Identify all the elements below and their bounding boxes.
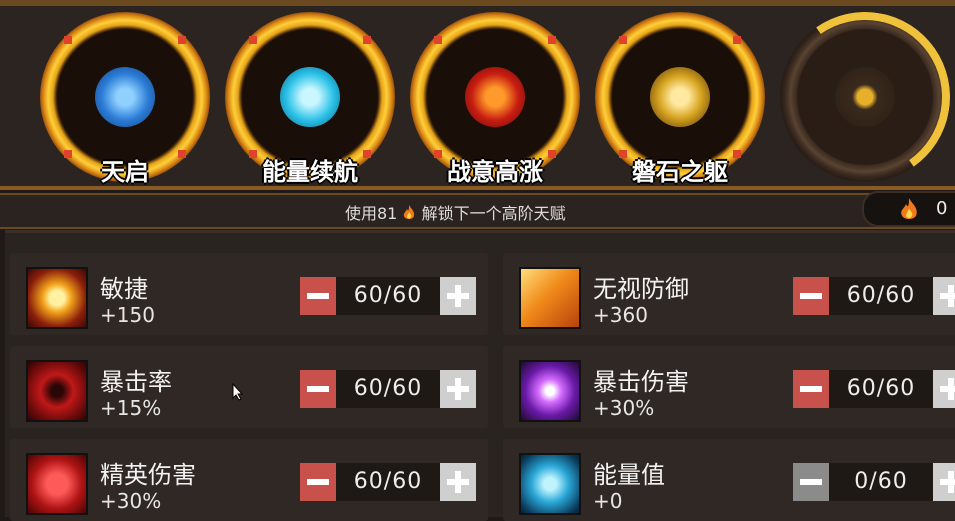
stat-stepper: 60/60 xyxy=(300,463,476,501)
talent-label: 战意高涨 xyxy=(447,158,543,186)
unlock-hint-suffix: 解锁下一个高阶天赋 xyxy=(421,204,566,223)
talent-label: 磐石之躯 xyxy=(632,158,728,186)
unlock-hint: 使用81 解锁下一个高阶天赋 xyxy=(345,200,566,224)
decrease-button[interactable] xyxy=(300,277,336,315)
stat-energy: 能量值 +0 0/60 xyxy=(503,439,955,521)
increase-button[interactable] xyxy=(933,277,955,315)
decrease-button[interactable] xyxy=(300,370,336,408)
stat-name: 能量值 xyxy=(593,461,665,489)
stat-stepper: 60/60 xyxy=(793,370,955,408)
increase-button[interactable] xyxy=(933,463,955,501)
increase-button[interactable] xyxy=(440,463,476,501)
talent-label: 天启 xyxy=(101,158,149,186)
crit-damage-orb-icon xyxy=(519,360,581,422)
stat-name: 暴击伤害 xyxy=(593,368,689,396)
currency-counter: 0 xyxy=(862,191,955,227)
stats-panel: 敏捷 +150 60/60 无视防御 +360 60/60 暴击率 +15% 6… xyxy=(5,230,955,521)
mouse-cursor-icon xyxy=(232,383,244,401)
stat-value: +30% xyxy=(100,489,162,513)
stat-count: 60/60 xyxy=(336,463,440,501)
crit-rate-swirl-icon xyxy=(26,360,88,422)
decrease-button[interactable] xyxy=(793,277,829,315)
currency-value: 0 xyxy=(936,198,948,219)
energy-orb-icon xyxy=(280,67,340,127)
energy-crystal-icon xyxy=(519,453,581,515)
stat-count: 60/60 xyxy=(829,370,933,408)
talent-panel: 天启 能量续航 战意高涨 磐石之躯 xyxy=(0,0,955,196)
meditating-figure-icon xyxy=(95,67,155,127)
stat-value: +15% xyxy=(100,396,162,420)
stat-agility: 敏捷 +150 60/60 xyxy=(10,253,488,335)
decrease-button[interactable] xyxy=(300,463,336,501)
agility-sun-icon xyxy=(26,267,88,329)
stat-crit-damage: 暴击伤害 +30% 60/60 xyxy=(503,346,955,428)
stat-name: 精英伤害 xyxy=(100,461,196,489)
flame-icon xyxy=(404,205,415,219)
unlock-hint-prefix: 使用81 xyxy=(345,204,398,223)
stat-elite-damage: 精英伤害 +30% 60/60 xyxy=(10,439,488,521)
stone-body-icon xyxy=(650,67,710,127)
flame-icon xyxy=(901,198,917,219)
stat-crit-rate: 暴击率 +15% 60/60 xyxy=(10,346,488,428)
stat-stepper: 60/60 xyxy=(300,277,476,315)
stat-stepper: 60/60 xyxy=(300,370,476,408)
talent-stone-body[interactable]: 磐石之躯 xyxy=(595,12,765,186)
demon-skull-icon xyxy=(26,453,88,515)
stat-value: +30% xyxy=(593,396,655,420)
talent-label: 能量续航 xyxy=(262,158,358,186)
stat-stepper: 0/60 xyxy=(793,463,955,501)
stat-count: 60/60 xyxy=(336,370,440,408)
locked-talent-icon xyxy=(835,67,895,127)
fighting-spirit-icon xyxy=(465,67,525,127)
stat-count: 60/60 xyxy=(829,277,933,315)
decrease-button[interactable] xyxy=(793,463,829,501)
talent-energy-endurance[interactable]: 能量续航 xyxy=(225,12,395,186)
stat-name: 敏捷 xyxy=(100,275,148,303)
broken-shield-icon xyxy=(519,267,581,329)
increase-button[interactable] xyxy=(933,370,955,408)
stat-count: 60/60 xyxy=(336,277,440,315)
stat-name: 无视防御 xyxy=(593,275,689,303)
talent-fighting-spirit[interactable]: 战意高涨 xyxy=(410,12,580,186)
stat-ignore-defense: 无视防御 +360 60/60 xyxy=(503,253,955,335)
unlock-hint-bar: 使用81 解锁下一个高阶天赋 xyxy=(0,193,955,229)
increase-button[interactable] xyxy=(440,370,476,408)
stat-stepper: 60/60 xyxy=(793,277,955,315)
stat-value: +360 xyxy=(593,303,648,327)
stat-value: +0 xyxy=(593,489,623,513)
stat-count: 0/60 xyxy=(829,463,933,501)
talent-tianqi[interactable]: 天启 xyxy=(40,12,210,186)
increase-button[interactable] xyxy=(440,277,476,315)
stat-name: 暴击率 xyxy=(100,368,172,396)
panel-divider xyxy=(0,186,955,190)
stat-value: +150 xyxy=(100,303,155,327)
decrease-button[interactable] xyxy=(793,370,829,408)
talent-locked[interactable] xyxy=(766,0,955,196)
